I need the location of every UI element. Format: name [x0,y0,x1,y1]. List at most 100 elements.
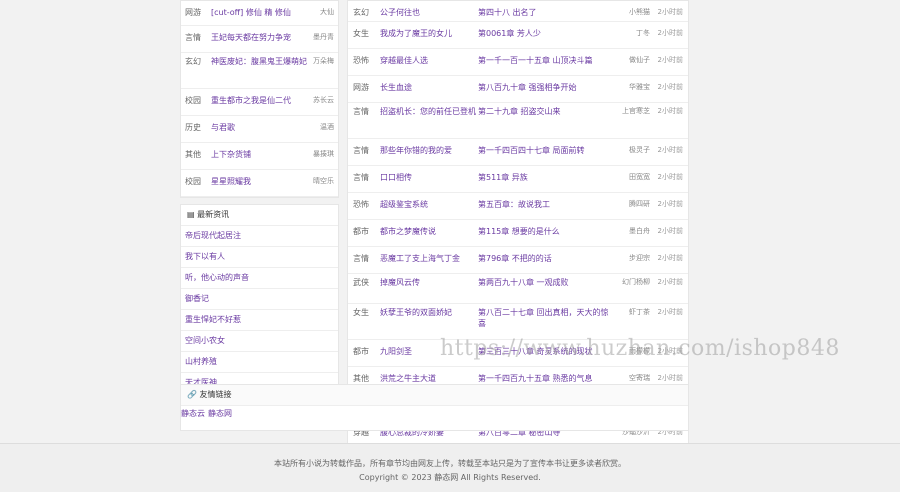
row-chapter-link[interactable]: 第511章 异族 [478,172,610,183]
row-category[interactable]: 言情 [348,145,380,156]
news-link[interactable]: 帝后现代起居注 [185,231,241,240]
left-column: 网游 [cut-off] 修仙 精 修仙 大仙 言情 王妃每天都在努力争宠 墨丹青 玄幻 神医… [180,0,339,395]
item-title-link[interactable]: [cut-off] 修仙 精 修仙 [211,7,312,18]
row-book-link[interactable]: 洪荒之牛主大道 [380,373,478,384]
news-link[interactable]: 重生悍妃不好惹 [185,315,241,324]
row-chapter-link[interactable]: 第两百九十八章 一观成败 [478,277,610,288]
row-category[interactable]: 女生 [348,28,380,39]
row-book-link[interactable]: 都市之梦魔传说 [380,226,478,237]
news-icon: ▤ [187,210,195,219]
row-chapter-link[interactable]: 第四十八 出名了 [478,7,610,18]
news-link[interactable]: 山村养殖 [185,357,217,366]
row-author: 做仙子 [629,56,650,64]
item-author: 苏长云 [313,96,334,104]
item-author: 暴揍琪 [313,150,334,158]
news-item[interactable]: 空间小农女 [181,331,338,352]
row-chapter-link[interactable]: 第一千一百一十五章 山顶决斗篇 [478,55,610,66]
news-panel: ▤ 最新资讯 帝后现代起居注 我下以有人听，他心动的声音 御香记重生悍妃不好惹 空间小… [180,204,339,395]
row-category[interactable]: 网游 [348,82,380,93]
news-link[interactable]: 空间小农女 [185,336,225,345]
row-chapter-link[interactable]: 第八百九十章 强强相争开始 [478,82,610,93]
row-author: 上官寒芝 [622,107,650,115]
news-item[interactable]: 我下以有人 [181,247,338,268]
row-chapter-link[interactable]: 第0061章 芳人少 [478,28,610,39]
row-chapter-link[interactable]: 第五百章：故说我工 [478,199,610,210]
row-book-link[interactable]: 招盗机长：您的前任已登机 [380,106,478,117]
news-item[interactable]: 听，他心动的声音 [181,268,338,289]
news-item[interactable]: 御香记 [181,289,338,310]
row-category[interactable]: 言情 [348,106,380,117]
item-author: 墨丹青 [313,33,334,41]
item-title-link[interactable]: 重生都市之我是仙二代 [211,95,312,106]
footer-notice: 本站所有小说为转载作品，所有章节均由网友上传，转载至本站只是为了宣传本书让更多读… [274,459,626,468]
row-time: 2小时前 [657,308,683,316]
item-category[interactable]: 其他 [185,149,211,160]
news-heading: ▤ 最新资讯 [181,205,338,226]
friend-link[interactable]: 静态云 [181,409,205,418]
list-item: 校园 重生都市之我是仙二代 苏长云 [181,89,338,116]
row-chapter-link[interactable]: 第796章 不把的的话 [478,253,610,264]
row-category[interactable]: 恐怖 [348,55,380,66]
item-category[interactable]: 校园 [185,176,211,187]
table-row: 武侠 掉魔风云传 第两百九十八章 一观成败 幻门杨柳 2小时前 [348,274,688,304]
row-book-link[interactable]: 那些年你错的我的爱 [380,145,478,156]
news-link[interactable]: 我下以有人 [185,252,225,261]
item-title-link[interactable]: 与君歌 [211,122,312,133]
table-row: 女生 妖孽王爷的双面娇妃 第八百二十七章 回出真相，天大的惊喜 虾丁茶 2小时前 [348,304,688,340]
row-book-link[interactable]: 长生血途 [380,82,478,93]
row-category[interactable]: 言情 [348,253,380,264]
friend-links-heading-text: 友情链接 [199,390,232,399]
news-link[interactable]: 御香记 [185,294,209,303]
row-book-link[interactable]: 穿越最佳人选 [380,55,478,66]
list-item: 其他 上下杂货铺 暴揍琪 [181,143,338,170]
row-time: 2小时前 [657,29,683,37]
recent-updates-list: 网游 [cut-off] 修仙 精 修仙 大仙 言情 王妃每天都在努力争宠 墨丹青 玄幻 神医… [180,0,339,198]
item-category[interactable]: 网游 [185,7,211,18]
row-chapter-link[interactable]: 第二十九章 招盗交山来 [478,106,610,117]
row-chapter-link[interactable]: 第一千四百九十五章 熟悉的气息 [478,373,610,384]
table-row: 都市 都市之梦魔传说 第115章 想要的是什么 墨白舟 2小时前 [348,220,688,247]
row-category[interactable]: 玄幻 [348,7,380,18]
row-chapter-link[interactable]: 第115章 想要的是什么 [478,226,610,237]
row-author: 华雅宝 [629,83,650,91]
row-category[interactable]: 言情 [348,172,380,183]
row-chapter-link[interactable]: 第八百二十七章 回出真相，天大的惊喜 [478,307,610,329]
item-author: 温酒 [320,123,334,131]
item-category[interactable]: 言情 [185,32,211,43]
page-container: 网游 [cut-off] 修仙 精 修仙 大仙 言情 王妃每天都在努力争宠 墨丹青 玄幻 神医… [180,0,689,455]
news-item[interactable]: 重生悍妃不好惹 [181,310,338,331]
row-book-link[interactable]: 恶魔工了支上海气丁金 [380,253,478,264]
news-item[interactable]: 帝后现代起居注 [181,226,338,247]
row-time: 2小时前 [657,227,683,235]
item-category[interactable]: 玄幻 [185,56,211,67]
row-book-link[interactable]: 我成为了魔王的女儿 [380,28,478,39]
row-category[interactable]: 其他 [348,373,380,384]
row-time: 2小时前 [657,200,683,208]
friend-link[interactable]: 静态网 [208,409,232,418]
row-book-link[interactable]: 超级鉴宝系统 [380,199,478,210]
row-category[interactable]: 武侠 [348,277,380,288]
row-time: 2小时前 [657,173,683,181]
item-category[interactable]: 校园 [185,95,211,106]
item-title-link[interactable]: 王妃每天都在努力争宠 [211,32,312,43]
table-row: 言情 恶魔工了支上海气丁金 第796章 不把的的话 步迎宗 2小时前 [348,247,688,274]
news-item[interactable]: 山村养殖 [181,352,338,373]
item-title-link[interactable]: 星星照耀我 [211,176,312,187]
news-link[interactable]: 听，他心动的声音 [185,273,249,282]
list-item: 言情 王妃每天都在努力争宠 墨丹青 [181,26,338,53]
row-category[interactable]: 都市 [348,346,380,357]
item-title-link[interactable]: 神医废妃：腹黑鬼王爆萌妃 [211,56,312,67]
row-book-link[interactable]: 公子何往也 [380,7,478,18]
footer: 本站所有小说为转载作品，所有章节均由网友上传，转载至本站只是为了宣传本书让更多读… [0,443,900,492]
table-row: 玄幻 公子何往也 第四十八 出名了 小熊猫 2小时前 [348,1,688,22]
row-book-link[interactable]: 口口相传 [380,172,478,183]
row-chapter-link[interactable]: 第一千四百四十七章 局面前转 [478,145,610,156]
row-category[interactable]: 恐怖 [348,199,380,210]
friend-links-panel: 🔗 友情链接 静态云 静态网 [180,384,689,431]
item-title-link[interactable]: 上下杂货铺 [211,149,312,160]
row-book-link[interactable]: 妖孽王爷的双面娇妃 [380,307,478,318]
row-book-link[interactable]: 掉魔风云传 [380,277,478,288]
item-category[interactable]: 历史 [185,122,211,133]
row-category[interactable]: 都市 [348,226,380,237]
row-category[interactable]: 女生 [348,307,380,318]
